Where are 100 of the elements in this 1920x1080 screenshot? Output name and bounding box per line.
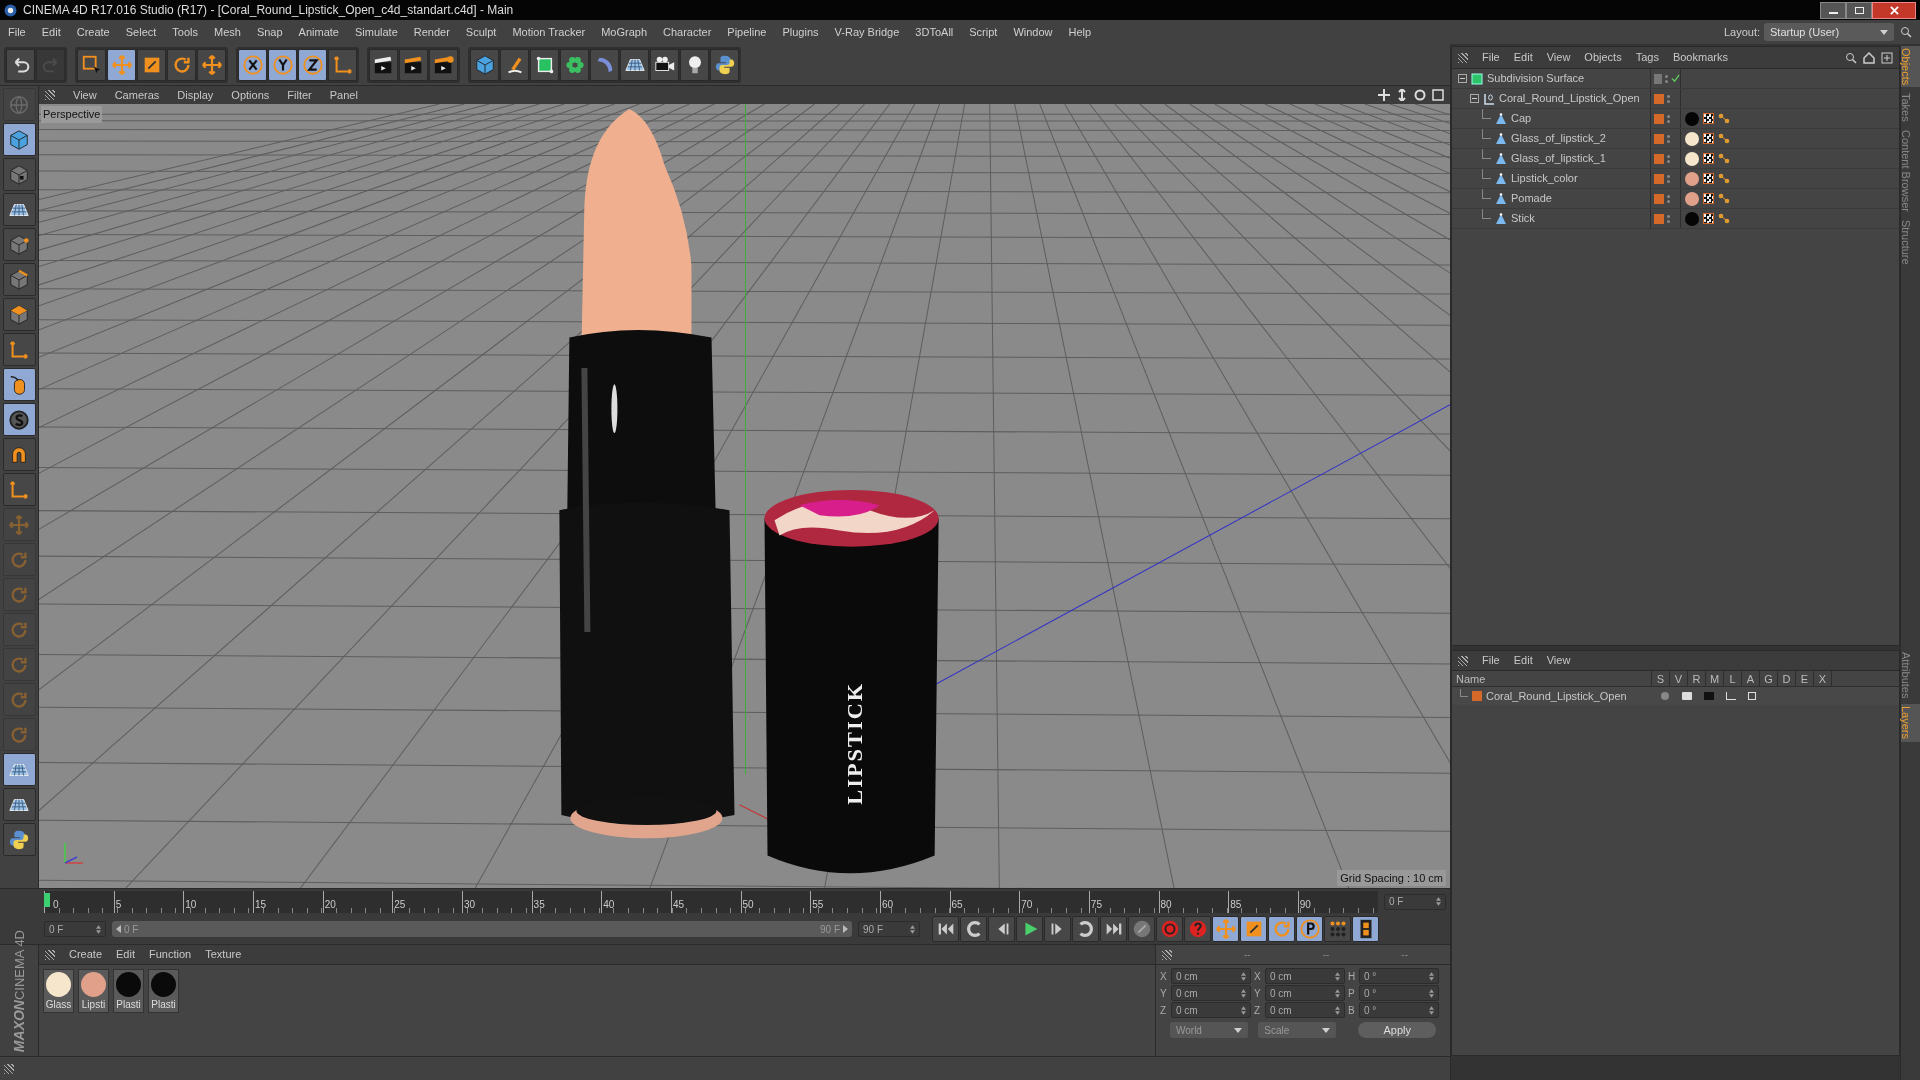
dots-grid-button[interactable] [1324, 916, 1351, 942]
spinner-arrows-icon[interactable] [1241, 971, 1246, 981]
clapperboard-gear-button[interactable] [429, 48, 458, 81]
object-name[interactable]: Coral_Round_Lipstick_Open [1499, 90, 1640, 107]
current-frame-field[interactable]: 0 F [1384, 893, 1446, 910]
column-header[interactable]: R [1688, 671, 1706, 686]
menu-item[interactable]: View [1546, 49, 1571, 66]
start-frame-field[interactable]: 0 F [44, 921, 106, 937]
pen-button[interactable] [500, 48, 529, 81]
layer-color-swatch[interactable] [1654, 133, 1664, 144]
clapperboard-button[interactable] [399, 48, 428, 81]
minimize-button[interactable] [1820, 1, 1846, 19]
playhead[interactable] [44, 892, 50, 907]
layer-color-swatch[interactable] [1654, 93, 1664, 104]
snap-button[interactable] [2, 403, 36, 436]
spinner-arrows-icon[interactable] [1335, 971, 1340, 981]
spinner-arrows-icon[interactable] [96, 924, 101, 934]
home-icon[interactable] [1863, 51, 1875, 64]
column-header[interactable]: G [1760, 671, 1778, 686]
menu-item[interactable]: Options [231, 86, 270, 104]
checker-tag-icon[interactable] [1703, 113, 1714, 124]
rotate-arrows-button[interactable] [1268, 916, 1295, 942]
object-name[interactable]: Lipstick_color [1511, 170, 1578, 187]
column-header[interactable]: A [1742, 671, 1760, 686]
visibility-dots-icon[interactable] [1667, 214, 1670, 223]
layer-color-swatch[interactable] [1472, 691, 1482, 701]
dots-tag-icon[interactable] [1718, 112, 1730, 125]
skip-end-button[interactable] [1100, 916, 1127, 942]
scale-square-button[interactable] [1240, 916, 1267, 942]
maximize-button[interactable] [1846, 1, 1872, 19]
dots-tag-icon[interactable] [1718, 192, 1730, 205]
menu-item[interactable]: Script [969, 23, 998, 41]
panel-grip-icon[interactable] [45, 90, 55, 100]
spinner-arrows-icon[interactable] [1241, 1005, 1246, 1015]
menu-item[interactable]: File [1482, 49, 1500, 66]
menu-item[interactable]: Motion Tracker [512, 23, 586, 41]
end-frame-field[interactable]: 90 F [858, 921, 920, 937]
spinner-arrows-icon[interactable] [1335, 1005, 1340, 1015]
coordinate-field[interactable]: 0 cm [1171, 1002, 1251, 1018]
visibility-dots-icon[interactable] [1665, 74, 1668, 83]
coordinate-field[interactable]: 0 ° [1359, 1002, 1439, 1018]
side-tab[interactable]: Attributes [1901, 650, 1920, 701]
visibility-dots-icon[interactable] [1667, 134, 1670, 143]
grid-button[interactable] [2, 193, 36, 226]
menu-item[interactable]: Edit [1513, 49, 1533, 66]
film-strip-button[interactable] [1352, 916, 1379, 942]
coordinate-field[interactable]: 0 cm [1171, 985, 1251, 1001]
panel-grip-icon[interactable] [4, 1063, 14, 1074]
object-name[interactable]: Subdivision Surface [1487, 70, 1585, 87]
visibility-dots-icon[interactable] [1667, 194, 1670, 203]
menu-item[interactable]: Pipeline [727, 23, 767, 41]
collapse-icon[interactable] [1458, 74, 1467, 83]
x-circle-button[interactable] [238, 48, 267, 81]
menu-item[interactable]: Tools [172, 23, 198, 41]
menu-item[interactable]: File [8, 23, 26, 41]
menu-item[interactable]: View [73, 86, 97, 104]
menu-item[interactable]: Panel [329, 86, 358, 104]
menu-item[interactable]: Plugins [782, 23, 819, 41]
help-button[interactable] [1184, 916, 1211, 942]
spinner-arrows-icon[interactable] [1436, 897, 1441, 906]
checker-tag-icon[interactable] [1703, 133, 1714, 144]
scale-square-button[interactable] [137, 48, 166, 81]
menu-item[interactable]: Help [1068, 23, 1092, 41]
menu-item[interactable]: Snap [256, 23, 283, 41]
object-name[interactable]: Glass_of_lipstick_2 [1511, 130, 1606, 147]
column-header[interactable]: V [1670, 671, 1688, 686]
column-header[interactable]: X [1814, 671, 1832, 686]
left-handle-icon[interactable] [116, 925, 121, 933]
menu-item[interactable]: Render [413, 23, 450, 41]
close-button[interactable] [1872, 1, 1916, 19]
grid-button[interactable] [620, 48, 649, 81]
previous-key-button[interactable] [960, 916, 987, 942]
menu-item[interactable]: Character [663, 23, 712, 41]
apply-button[interactable]: Apply [1358, 1022, 1436, 1038]
menu-item[interactable]: Create [76, 23, 110, 41]
menu-item[interactable]: Bookmarks [1672, 49, 1728, 66]
magnet-button[interactable] [2, 438, 36, 471]
cloner-button[interactable] [560, 48, 589, 81]
spinner-arrows-icon[interactable] [1429, 971, 1434, 981]
menu-item[interactable]: Select [125, 23, 157, 41]
grid-button[interactable] [2, 753, 36, 786]
cube-button[interactable] [470, 48, 499, 81]
maximize-view-icon[interactable] [1432, 89, 1444, 101]
checker-tag-icon[interactable] [1703, 153, 1714, 164]
coordinate-field[interactable]: 0 cm [1265, 1002, 1345, 1018]
axis-button[interactable] [2, 333, 36, 366]
menu-item[interactable]: Edit [116, 946, 135, 963]
light-bulb-button[interactable] [680, 48, 709, 81]
coordinate-field[interactable]: 0 ° [1359, 985, 1439, 1001]
column-header[interactable]: S [1652, 671, 1670, 686]
layer-color-swatch[interactable] [1654, 153, 1664, 164]
material-swatch[interactable]: Glass [43, 969, 74, 1013]
column-header[interactable]: M [1706, 671, 1724, 686]
object-name[interactable]: Glass_of_lipstick_1 [1511, 150, 1606, 167]
menu-item[interactable]: Display [177, 86, 214, 104]
z-circle-button[interactable] [298, 48, 327, 81]
menu-item[interactable]: Sculpt [465, 23, 497, 41]
spinner-arrows-icon[interactable] [1429, 988, 1434, 998]
menu-item[interactable]: View [1546, 652, 1571, 669]
coordinate-field[interactable]: 0 cm [1265, 985, 1345, 1001]
